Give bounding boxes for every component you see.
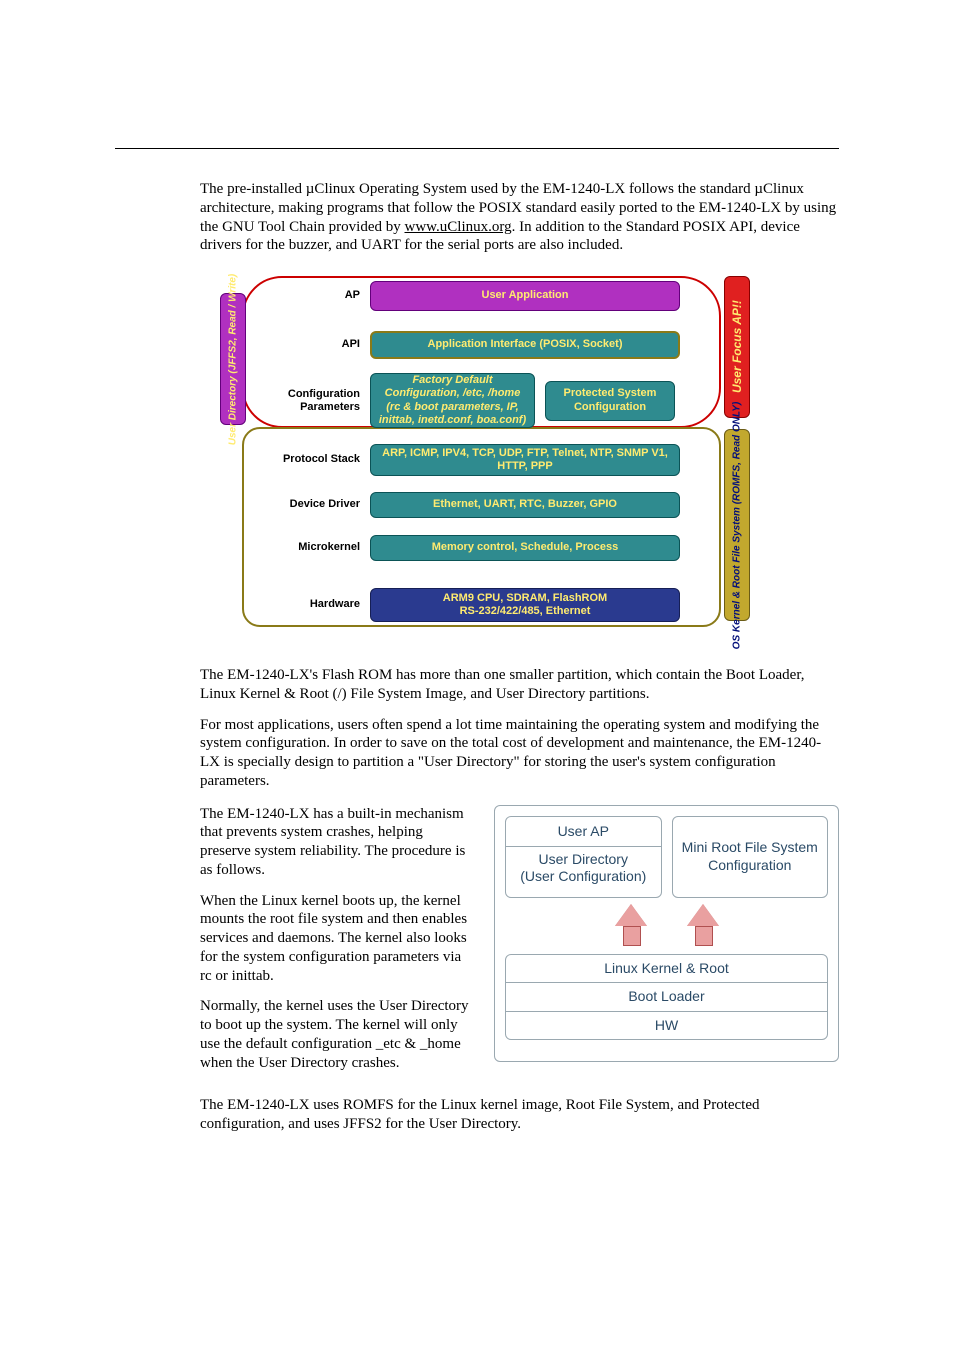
row-microkernel: Microkernel Memory control, Schedule, Pr…: [260, 535, 680, 561]
default-config-paragraph: Normally, the kernel uses the User Direc…: [200, 997, 476, 1072]
user-ap-cell: User AP: [506, 817, 661, 848]
flashrom-paragraph: The EM-1240-LX's Flash ROM has more than…: [200, 666, 839, 704]
side-user-directory-label: User Directory (JFFS2, Read / Write): [228, 273, 239, 445]
user-directory-l2: (User Configuration): [506, 868, 661, 885]
mini-root-l1: Mini Root File System: [682, 839, 818, 857]
user-directory-l1: User Directory: [506, 851, 661, 868]
row-hardware: Hardware ARM9 CPU, SDRAM, FlashROM RS-23…: [260, 588, 680, 622]
label-api: API: [260, 338, 360, 352]
left-text-column: The EM-1240-LX has a built-in mechanism …: [200, 805, 476, 1085]
two-column-section: The EM-1240-LX has a built-in mechanism …: [200, 805, 839, 1085]
main-content: The pre-installed µClinux Operating Syst…: [200, 180, 839, 1134]
label-protocol-stack: Protocol Stack: [260, 453, 360, 467]
box-protected-config: Protected System Configuration: [545, 381, 675, 421]
label-microkernel: Microkernel: [260, 541, 360, 555]
mini-root-l2: Configuration: [682, 857, 818, 875]
uclinux-link[interactable]: www.uClinux.org: [405, 219, 512, 235]
boot-diagram-top: User AP User Directory (User Configurati…: [505, 816, 828, 898]
intro-paragraph: The pre-installed µClinux Operating Syst…: [200, 180, 839, 255]
boot-paragraph: When the Linux kernel boots up, the kern…: [200, 892, 476, 986]
hw-cell: HW: [506, 1011, 827, 1040]
mechanism-paragraph: The EM-1240-LX has a built-in mechanism …: [200, 805, 476, 880]
label-device-driver: Device Driver: [260, 498, 360, 512]
closing-paragraph: The EM-1240-LX uses ROMFS for the Linux …: [200, 1096, 839, 1134]
label-configuration: Configuration Parameters: [260, 388, 360, 413]
arrow-up-icon: [687, 904, 719, 926]
box-factory-default: Factory Default Configuration, /etc, /ho…: [370, 373, 535, 428]
factory-l2: Configuration, /etc, /home: [385, 387, 521, 400]
mini-root-cell: Mini Root File System Configuration: [672, 816, 829, 898]
boot-diagram: User AP User Directory (User Configurati…: [494, 805, 839, 1062]
protected-l2: Configuration: [574, 401, 646, 414]
label-ap: AP: [260, 289, 360, 303]
architecture-diagram: User Directory (JFFS2, Read / Write) Use…: [210, 273, 750, 648]
label-configuration-1: Configuration: [260, 388, 360, 401]
box-user-application: User Application: [370, 281, 680, 311]
user-directory-cell: User Directory (User Configuration): [506, 847, 661, 889]
kernel-cell: Linux Kernel & Root: [506, 955, 827, 983]
row-configuration: Configuration Parameters Factory Default…: [260, 373, 675, 428]
hw-l2: RS-232/422/485, Ethernet: [460, 605, 591, 618]
factory-l3: (rc & boot parameters, IP, inittab, inet…: [375, 401, 530, 427]
label-hardware: Hardware: [260, 598, 360, 612]
row-protocol-stack: Protocol Stack ARP, ICMP, IPV4, TCP, UDP…: [260, 444, 680, 476]
boot-loader-cell: Boot Loader: [506, 982, 827, 1011]
row-api: API Application Interface (POSIX, Socket…: [260, 331, 680, 359]
boot-arrows: [505, 904, 828, 926]
box-hardware: ARM9 CPU, SDRAM, FlashROM RS-232/422/485…: [370, 588, 680, 622]
side-user-focus-label: User Focus AP!!: [730, 301, 743, 394]
side-user-directory: User Directory (JFFS2, Read / Write): [220, 293, 246, 425]
label-configuration-2: Parameters: [260, 401, 360, 414]
protected-l1: Protected System: [564, 387, 657, 400]
user-directory-paragraph: For most applications, users often spend…: [200, 716, 839, 791]
side-os-kernel: OS Kernel & Root File System (ROMFS, Rea…: [724, 429, 750, 621]
side-user-focus: User Focus AP!!: [724, 276, 750, 418]
box-device-driver: Ethernet, UART, RTC, Buzzer, GPIO: [370, 492, 680, 518]
top-horizontal-rule: [115, 148, 839, 149]
row-ap: AP User Application: [260, 281, 680, 311]
arrow-up-icon: [615, 904, 647, 926]
hw-l1: ARM9 CPU, SDRAM, FlashROM: [443, 592, 607, 605]
box-protocol-stack: ARP, ICMP, IPV4, TCP, UDP, FTP, Telnet, …: [370, 444, 680, 476]
box-api: Application Interface (POSIX, Socket): [370, 331, 680, 359]
side-os-kernel-label: OS Kernel & Root File System (ROMFS, Rea…: [732, 401, 743, 649]
boot-bottom-stack: Linux Kernel & Root Boot Loader HW: [505, 954, 828, 1041]
box-microkernel: Memory control, Schedule, Process: [370, 535, 680, 561]
boot-left-col: User AP User Directory (User Configurati…: [505, 816, 662, 898]
document-page: The pre-installed µClinux Operating Syst…: [0, 0, 954, 1350]
factory-title: Factory Default: [412, 374, 492, 387]
row-device-driver: Device Driver Ethernet, UART, RTC, Buzze…: [260, 492, 680, 518]
